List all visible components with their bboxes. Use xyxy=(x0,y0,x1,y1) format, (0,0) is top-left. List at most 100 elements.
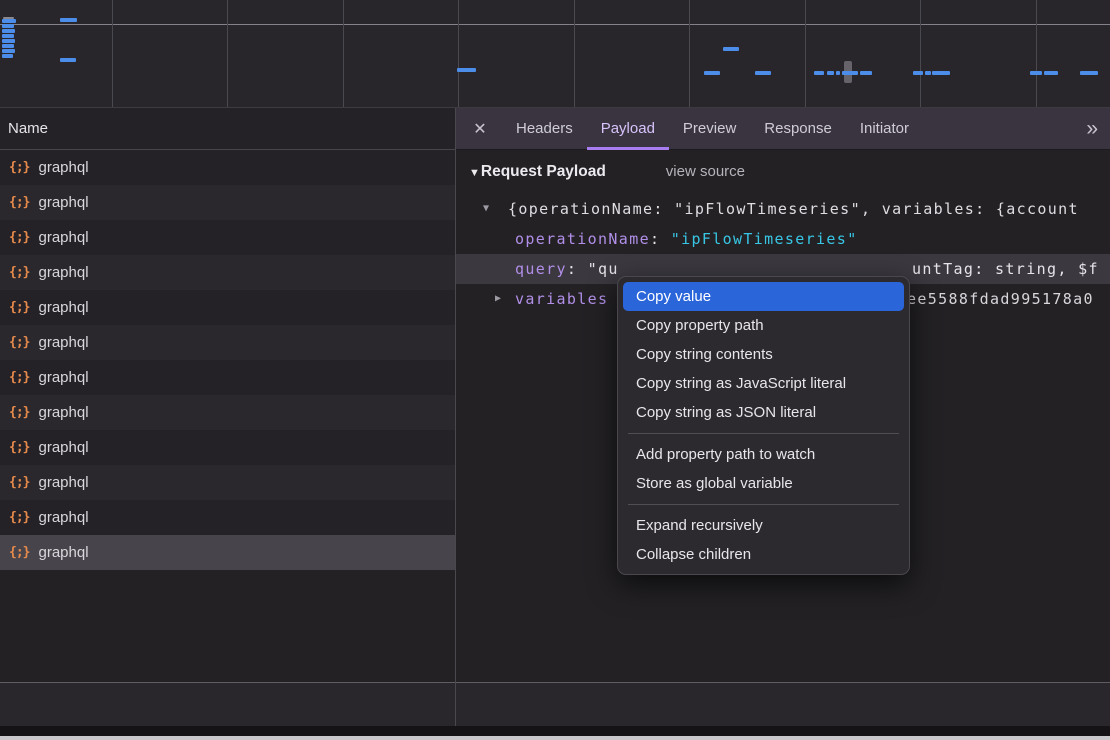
request-name-label: graphql xyxy=(38,334,88,351)
collapsed-triangle-icon[interactable]: ▶ xyxy=(495,284,501,314)
panel-split-divider[interactable] xyxy=(455,108,456,726)
waterfall-bar xyxy=(2,34,14,38)
request-row-graphql[interactable]: {;}graphql xyxy=(0,325,455,360)
waterfall-bar xyxy=(2,54,13,58)
waterfall-bar xyxy=(2,39,15,43)
request-row-graphql[interactable]: {;} graphql xyxy=(0,150,455,185)
waterfall-bar xyxy=(457,68,476,72)
expanded-triangle-icon[interactable]: ▼ xyxy=(483,194,489,224)
payload-row-operationname[interactable]: operationName: "ipFlowTimeseries" xyxy=(456,224,1110,254)
request-name-label: graphql xyxy=(38,404,88,421)
waterfall-bar xyxy=(836,71,840,75)
overview-gridline xyxy=(920,0,921,107)
waterfall-bar xyxy=(2,44,14,48)
variables-entry: variables xyxy=(515,284,608,314)
request-name-label: graphql xyxy=(38,544,88,561)
request-row-graphql[interactable]: {;}graphql xyxy=(0,430,455,465)
waterfall-bar xyxy=(925,71,931,75)
menu-item-copy-string-contents[interactable]: Copy string contents xyxy=(623,340,904,369)
tab-initiator[interactable]: Initiator xyxy=(846,108,923,150)
request-name-label: graphql xyxy=(38,194,88,211)
overview-gridline xyxy=(574,0,575,107)
request-row-graphql[interactable]: {;} graphql xyxy=(0,360,455,395)
view-source-link[interactable]: view source xyxy=(666,163,745,180)
json-braces-icon: {;} xyxy=(9,510,29,525)
overview-gridline xyxy=(112,0,113,107)
json-braces-icon: {;} xyxy=(9,475,29,490)
menu-item-copy-property-path[interactable]: Copy property path xyxy=(623,311,904,340)
collapse-triangle-icon: ▼ xyxy=(469,167,480,179)
tab-response[interactable]: Response xyxy=(750,108,846,150)
close-icon[interactable]: ✕ xyxy=(468,117,492,141)
menu-item-expand-recursively[interactable]: Expand recursively xyxy=(623,511,904,540)
payload-root-row[interactable]: ▼ {operationName: "ipFlowTimeseries", va… xyxy=(456,194,1110,224)
waterfall-bar xyxy=(1030,71,1042,75)
waterfall-bar xyxy=(827,71,834,75)
overview-gridline xyxy=(227,0,228,107)
waterfall-bar xyxy=(814,71,824,75)
request-row-graphql[interactable]: {;}graphql xyxy=(0,535,455,570)
json-braces-icon: {;} xyxy=(9,300,29,315)
request-row-graphql[interactable]: {;} graphql xyxy=(0,500,455,535)
request-row-graphql[interactable]: {;}graphql xyxy=(0,220,455,255)
variables-value-right-fragment: ee5588fdad995178a0 xyxy=(907,284,1094,314)
waterfall-bar xyxy=(704,71,720,75)
menu-item-store-as-global-variable[interactable]: Store as global variable xyxy=(623,469,904,498)
payload-root-preview: {operationName: "ipFlowTimeseries", vari… xyxy=(508,194,1079,224)
request-row-graphql[interactable]: {;} graphql xyxy=(0,465,455,500)
request-row-graphql[interactable]: {;}graphql xyxy=(0,185,455,220)
json-braces-icon: {;} xyxy=(9,265,29,280)
overview-gridline xyxy=(1036,0,1037,107)
name-column-label: Name xyxy=(8,120,48,137)
menu-item-collapse-children[interactable]: Collapse children xyxy=(623,540,904,569)
request-list: {;} graphql {;} graphql {;} graphql {;} graphql… xyxy=(0,150,455,682)
overview-gridline xyxy=(689,0,690,107)
menu-item-add-property-path-to-watch[interactable]: Add property path to watch xyxy=(623,440,904,469)
request-row-graphql[interactable]: {;} graphql xyxy=(0,395,455,430)
request-payload-title[interactable]: ▼Request Payload xyxy=(469,163,606,181)
waterfall-bar xyxy=(842,71,858,75)
request-row-graphql[interactable]: {;} graphql xyxy=(0,255,455,290)
waterfall-bar xyxy=(1080,71,1098,75)
tab-preview[interactable]: Preview xyxy=(669,108,750,150)
waterfall-bar xyxy=(1044,71,1058,75)
overview-gridline xyxy=(805,0,806,107)
waterfall-bar xyxy=(60,18,77,22)
request-name-label: graphql xyxy=(38,159,88,176)
page-edge xyxy=(0,736,1110,740)
waterfall-bar xyxy=(932,71,950,75)
waterfall-bar xyxy=(2,19,16,23)
json-braces-icon: {;} xyxy=(9,405,29,420)
overview-gridline xyxy=(343,0,344,107)
menu-separator xyxy=(628,433,899,434)
devtools-network-panel: Name {;}graphql{;}graphql{;}graphql{;}gr… xyxy=(0,0,1110,740)
request-name-label: graphql xyxy=(38,474,88,491)
query-value-right-fragment: untTag: string, $f xyxy=(912,254,1099,284)
tab-headers[interactable]: Headers xyxy=(502,108,587,150)
menu-item-copy-string-as-json-literal[interactable]: Copy string as JSON literal xyxy=(623,398,904,427)
name-column-header[interactable]: Name xyxy=(0,108,455,150)
more-tabs-icon[interactable]: » xyxy=(1086,117,1096,141)
payload-header: ▼Request Payload view source xyxy=(469,163,745,181)
request-name-label: graphql xyxy=(38,299,88,316)
request-name-label: graphql xyxy=(38,264,88,281)
menu-separator xyxy=(628,504,899,505)
menu-item-copy-string-as-javascript-literal[interactable]: Copy string as JavaScript literal xyxy=(623,369,904,398)
waterfall-bar xyxy=(2,24,14,28)
request-name-label: graphql xyxy=(38,509,88,526)
json-braces-icon: {;} xyxy=(9,230,29,245)
summary-footer-strip xyxy=(0,683,1110,726)
waterfall-bar xyxy=(2,29,15,33)
request-row-graphql[interactable]: {;} graphql xyxy=(0,290,455,325)
request-name-label: graphql xyxy=(38,439,88,456)
waterfall-bar xyxy=(755,71,771,75)
network-overview-timeline[interactable] xyxy=(0,0,1110,108)
tab-payload[interactable]: Payload xyxy=(587,108,669,150)
waterfall-bar xyxy=(860,71,872,75)
menu-item-copy-value[interactable]: Copy value xyxy=(623,282,904,311)
waterfall-bar xyxy=(60,58,76,62)
overview-gridline xyxy=(458,0,459,107)
request-name-label: graphql xyxy=(38,369,88,386)
json-braces-icon: {;} xyxy=(9,160,29,175)
json-braces-icon: {;} xyxy=(9,370,29,385)
